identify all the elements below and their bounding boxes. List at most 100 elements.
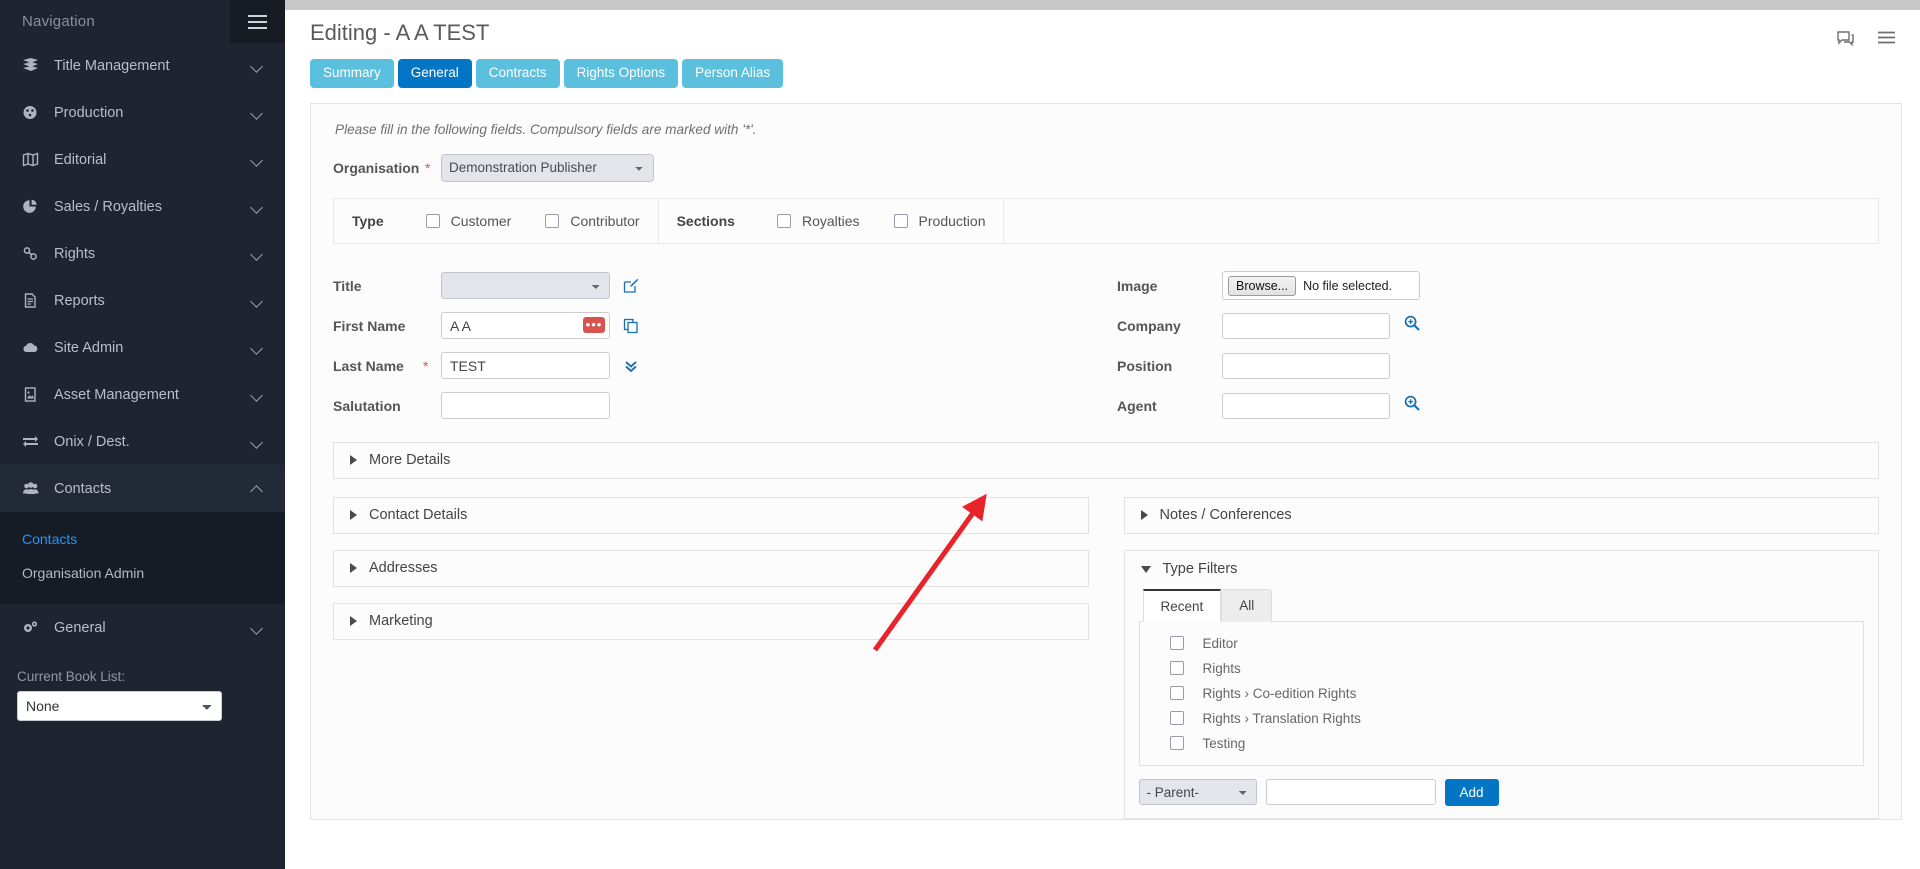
users-icon (22, 481, 48, 496)
accordion-marketing-label: Marketing (369, 613, 433, 629)
type-filter-item[interactable]: Testing (1140, 731, 1864, 756)
current-book-list-select[interactable]: None (17, 691, 222, 721)
accordion-contact-details[interactable]: Contact Details (333, 496, 1089, 534)
chevron-down-icon (251, 389, 263, 401)
image-row: Image Browse... No file selected. (887, 266, 1879, 306)
type-cell: Type Customer Contributor (334, 198, 659, 243)
chevron-down-icon (251, 436, 263, 448)
nav-header: Navigation (0, 0, 285, 43)
sidebar-item-general[interactable]: General (0, 604, 285, 651)
parent-select[interactable]: - Parent- (1138, 779, 1257, 805)
exchange-arrows-icon (22, 434, 48, 449)
sidebar-item-editorial[interactable]: Editorial (0, 136, 285, 183)
page-title: Editing - A A TEST (310, 20, 490, 45)
checkbox-testing[interactable] (1169, 736, 1184, 750)
image-file-field[interactable]: Browse... No file selected. (1222, 271, 1420, 300)
sidebar-item-contacts[interactable]: Contacts (0, 465, 285, 512)
checkbox-customer-label: Customer (450, 212, 512, 229)
type-filter-label: Testing (1202, 735, 1246, 751)
accordion-addresses-label: Addresses (369, 560, 438, 576)
checkbox-production[interactable] (893, 213, 908, 228)
checkbox-rights-co-edition-rights[interactable] (1169, 686, 1184, 700)
sidebar-subitem-organisation-admin[interactable]: Organisation Admin (0, 556, 285, 590)
sidebar-nav-list-bottom: General (0, 604, 285, 651)
type-filters-recent-tab[interactable]: Recent (1142, 588, 1222, 622)
sidebar-item-production[interactable]: Production (0, 89, 285, 136)
sidebar-item-title-management[interactable]: Title Management (0, 42, 285, 89)
title-select[interactable] (441, 272, 610, 299)
checkbox-rights[interactable] (1169, 661, 1184, 675)
type-filter-item[interactable]: Rights › Co-edition Rights (1140, 681, 1864, 706)
current-book-list-section: Current Book List: None (0, 651, 285, 721)
checkbox-customer[interactable] (425, 213, 440, 228)
chevron-down-icon (251, 201, 263, 213)
type-filters-label: Type Filters (1162, 561, 1238, 577)
list-menu-icon[interactable] (1877, 30, 1896, 52)
accordion-notes-conferences-label: Notes / Conferences (1159, 507, 1292, 523)
sidebar-item-asset-management[interactable]: Asset Management (0, 371, 285, 418)
sidebar-item-site-admin[interactable]: Site Admin (0, 324, 285, 371)
type-filters-header[interactable]: Type Filters (1125, 551, 1879, 588)
sidebar-subitem-contacts[interactable]: Contacts (0, 522, 285, 556)
copy-icon[interactable] (623, 318, 639, 334)
checkbox-contributor[interactable] (545, 213, 560, 228)
edit-pencil-icon[interactable] (623, 278, 639, 294)
type-filter-label: Rights › Translation Rights (1202, 710, 1361, 726)
accordion-more-details[interactable]: More Details (333, 441, 1879, 479)
tab-general[interactable]: General (397, 59, 472, 88)
typebar-spacer (1004, 199, 1878, 243)
company-label: Company (1117, 317, 1181, 334)
link-icon (22, 246, 48, 261)
sidebar-item-reports[interactable]: Reports (0, 277, 285, 324)
type-filters-all-tab[interactable]: All (1221, 588, 1273, 622)
type-filter-item[interactable]: Rights (1140, 656, 1864, 681)
hamburger-menu-icon[interactable] (230, 0, 285, 43)
type-filter-item[interactable]: Editor (1140, 631, 1864, 656)
salutation-input[interactable] (441, 392, 610, 419)
checkbox-editor[interactable] (1169, 636, 1184, 650)
position-input[interactable] (1222, 352, 1390, 379)
chevron-down-icon (251, 60, 263, 72)
comment-icon[interactable] (1836, 30, 1855, 52)
organisation-row: Organisation * Demonstration Publisher (333, 153, 1879, 182)
browse-button[interactable]: Browse... (1228, 275, 1297, 296)
triangle-down-icon (1140, 565, 1151, 573)
search-plus-icon-agent[interactable] (1404, 395, 1420, 416)
organisation-select[interactable]: Demonstration Publisher (441, 153, 654, 182)
add-type-button[interactable]: Add (1444, 778, 1499, 806)
accordion-marketing[interactable]: Marketing (333, 602, 1089, 640)
type-label: Type (352, 212, 384, 229)
checkbox-rights-translation-rights[interactable] (1169, 711, 1184, 725)
type-filters-body: Recent All Editor Rights Rights › Co-edi… (1125, 588, 1879, 818)
new-type-input[interactable] (1265, 779, 1436, 805)
form-hint: Please fill in the following fields. Com… (335, 121, 757, 137)
search-plus-icon-company[interactable] (1404, 315, 1420, 336)
page-tabs: Summary General Contracts Rights Options… (303, 52, 1902, 88)
form-right-column: Image Browse... No file selected. Compan… (878, 266, 1879, 426)
sidebar-item-sales-royalties[interactable]: Sales / Royalties (0, 183, 285, 230)
company-input[interactable] (1222, 312, 1390, 339)
sidebar-item-label: Reports (54, 292, 105, 309)
checkbox-royalties[interactable] (776, 213, 791, 228)
first-name-more-badge[interactable]: ••• (583, 317, 605, 333)
tab-summary[interactable]: Summary (310, 59, 394, 88)
type-filter-item[interactable]: Rights › Translation Rights (1140, 706, 1864, 731)
sidebar-item-onix-dest[interactable]: Onix / Dest. (0, 418, 285, 465)
accordion-notes-conferences[interactable]: Notes / Conferences (1123, 496, 1879, 534)
double-chevron-down-icon[interactable] (623, 358, 639, 374)
accordion-more-details-label: More Details (369, 452, 451, 468)
last-name-input[interactable] (441, 352, 610, 379)
salutation-row: Salutation (333, 386, 878, 426)
agent-input[interactable] (1222, 392, 1390, 419)
tab-person-alias[interactable]: Person Alias (682, 59, 784, 88)
accordion-columns: Contact Details Addresses Marketing Note… (333, 481, 1879, 819)
accordion-column-right: Notes / Conferences Type Filters Recent … (1123, 481, 1879, 819)
sidebar-item-label: Production (54, 104, 124, 121)
checkbox-contributor-label: Contributor (570, 212, 640, 229)
accordion-addresses[interactable]: Addresses (333, 549, 1089, 587)
pie-chart-icon (22, 199, 48, 214)
tab-rights-options[interactable]: Rights Options (563, 59, 679, 88)
top-strip (285, 0, 1920, 10)
sidebar-item-rights[interactable]: Rights (0, 230, 285, 277)
tab-contracts[interactable]: Contracts (475, 59, 560, 88)
